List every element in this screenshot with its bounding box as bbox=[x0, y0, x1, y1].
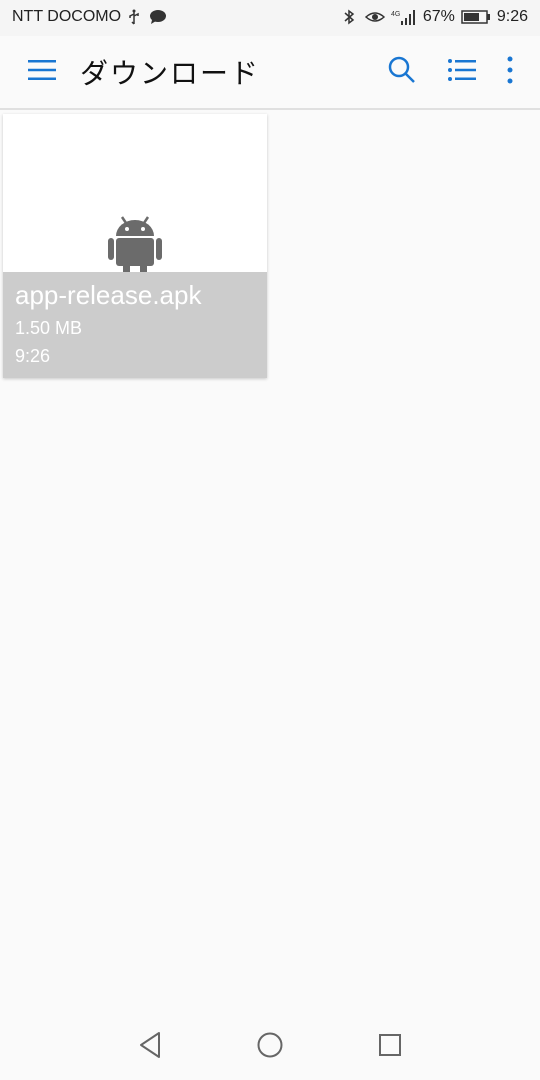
file-name: app-release.apk bbox=[15, 280, 202, 310]
status-bar: NTT DOCOMO 4G 67% 9:26 bbox=[0, 0, 540, 36]
4g-signal-icon: 4G bbox=[391, 9, 417, 25]
android-icon bbox=[108, 214, 162, 276]
file-thumbnail bbox=[3, 114, 267, 276]
status-left: NTT DOCOMO bbox=[12, 8, 167, 26]
menu-icon bbox=[28, 59, 56, 85]
home-icon bbox=[256, 1031, 284, 1063]
file-info: app-release.apk 1.50 MB 9:26 bbox=[3, 272, 267, 378]
back-button[interactable] bbox=[133, 1030, 167, 1064]
menu-button[interactable] bbox=[20, 50, 64, 94]
status-right: 4G 67% 9:26 bbox=[343, 8, 528, 26]
recents-icon bbox=[378, 1033, 402, 1061]
home-button[interactable] bbox=[253, 1030, 287, 1064]
back-icon bbox=[137, 1031, 163, 1063]
search-button[interactable] bbox=[380, 50, 424, 94]
more-options-button[interactable] bbox=[488, 50, 532, 94]
bluetooth-icon bbox=[343, 9, 359, 25]
app-bar: ダウンロード bbox=[0, 36, 540, 110]
svg-text:4G: 4G bbox=[391, 11, 400, 18]
battery-icon bbox=[461, 9, 491, 25]
status-time: 9:26 bbox=[496, 8, 528, 25]
usb-icon bbox=[127, 9, 143, 25]
page-title: ダウンロード bbox=[80, 57, 261, 90]
carrier-label: NTT DOCOMO bbox=[12, 8, 122, 25]
list-view-icon bbox=[448, 59, 476, 85]
file-time: 9:26 bbox=[15, 346, 51, 366]
list-view-button[interactable] bbox=[440, 50, 484, 94]
battery-percent: 67% bbox=[422, 8, 455, 25]
recents-button[interactable] bbox=[373, 1030, 407, 1064]
file-card[interactable]: app-release.apk 1.50 MB 9:26 bbox=[3, 114, 267, 378]
chat-icon bbox=[149, 9, 167, 25]
search-icon bbox=[388, 56, 416, 88]
more-vert-icon bbox=[506, 56, 514, 88]
eye-icon bbox=[364, 9, 385, 25]
screen: NTT DOCOMO 4G 67% 9:26 ダウンロード app-releas… bbox=[0, 0, 540, 1080]
file-size: 1.50 MB bbox=[15, 318, 83, 338]
navigation-bar bbox=[0, 1014, 540, 1080]
